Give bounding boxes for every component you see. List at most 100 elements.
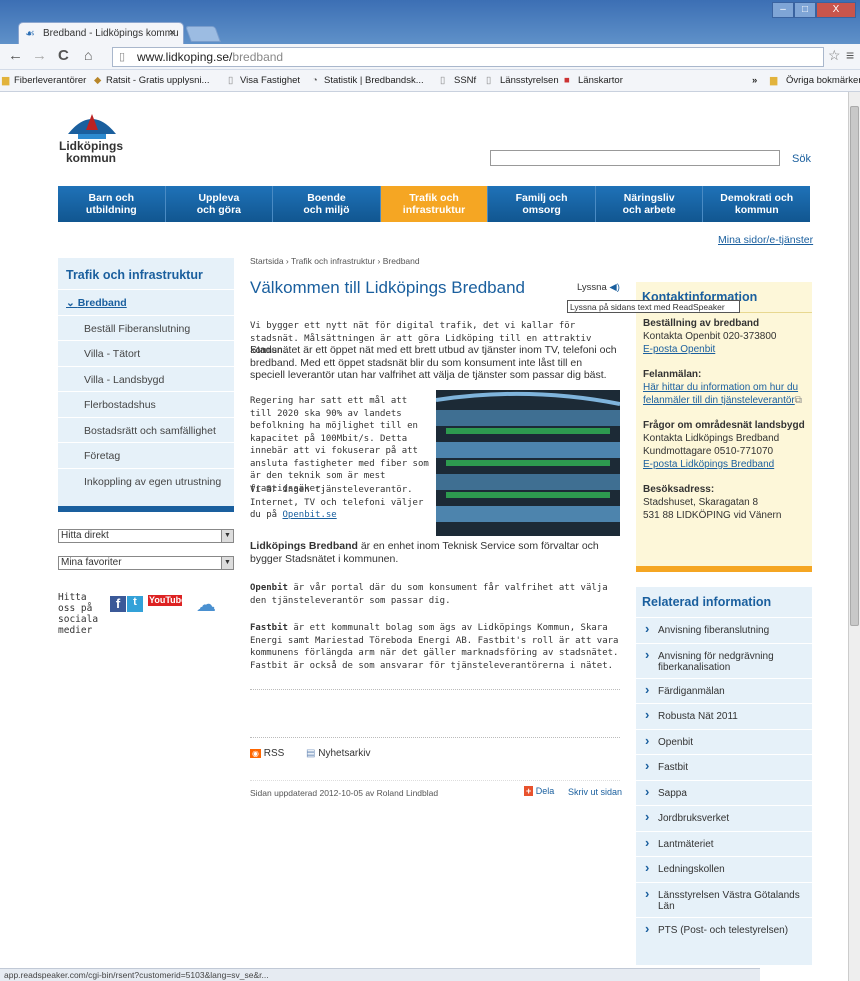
email-link[interactable]: E-posta Lidköpings Bredband [643, 459, 774, 470]
bold-term: Openbit [250, 583, 288, 593]
contact-section: Besöksadress: Stadshuset, Skaragatan 8 5… [636, 471, 812, 522]
bookmark-item[interactable]: Statistik | Bredbandsk... [324, 75, 424, 86]
related-item[interactable]: Robusta Nät 2011 [636, 704, 812, 730]
bookmark-item[interactable]: Länsstyrelsen [500, 75, 559, 86]
nav-label: och arbete [622, 204, 676, 216]
reload-icon[interactable]: C [58, 47, 69, 64]
share-button[interactable]: + Dela [524, 786, 554, 796]
related-item[interactable]: Jordbruksverket [636, 806, 812, 832]
site-header: Lidköpings kommun Sök [58, 98, 818, 178]
bookmark-item[interactable]: SSNf [454, 75, 476, 86]
contact-section: Frågor om områdesnät landsbygd Kontakta … [636, 407, 812, 471]
browser-toolbar: ← → C ⌂ ▯ www.lidkoping.se/bredband ☆ ≡ [0, 44, 860, 70]
related-item[interactable]: Openbit [636, 730, 812, 755]
window-controls: – □ X [772, 2, 856, 18]
tab-close-icon[interactable]: × [169, 27, 175, 39]
related-item[interactable]: Ledningskollen [636, 857, 812, 883]
twitter-icon[interactable]: t [127, 596, 143, 612]
contact-text: Kontakta Lidköpings Bredband [643, 433, 780, 444]
section-heading: Frågor om områdesnät landsbygd [643, 420, 805, 431]
rss-link[interactable]: ◉ RSS [250, 748, 284, 759]
scrollbar-thumb[interactable] [850, 106, 859, 626]
nav-label: Familj och [515, 192, 568, 204]
sidebar-item[interactable]: Flerbostadshus [58, 392, 234, 418]
bookmark-item[interactable]: Länskartor [578, 75, 623, 86]
browser-tab[interactable]: ☙ Bredband - Lidköpings kommu × [18, 22, 184, 44]
sidebar-item[interactable]: Inkoppling av egen utrustning [58, 469, 234, 495]
nav-label: Boende [307, 192, 346, 204]
related-item[interactable]: Färdiganmälan [636, 679, 812, 704]
bookmark-item[interactable]: Fiberleverantörer [14, 75, 86, 86]
minimize-button[interactable]: – [772, 2, 794, 18]
bookmark-star-icon[interactable]: ☆ [828, 47, 841, 64]
logo-text: Lidköpings kommun [58, 140, 124, 164]
nav-item[interactable]: Demokrati och kommun [703, 186, 810, 222]
my-pages-link[interactable]: Mina sidor/e-tjänster [718, 234, 813, 246]
facebook-icon[interactable]: f [110, 596, 126, 612]
sidebar-item[interactable]: Villa - Tätort [58, 341, 234, 367]
related-item[interactable]: Anvisning fiberanslutning [636, 618, 812, 644]
sidebar-item[interactable]: Företag [58, 443, 234, 469]
sidebar-item[interactable]: Villa - Landsbygd [58, 367, 234, 392]
menu-icon[interactable]: ≡ [846, 47, 854, 63]
nav-item[interactable]: Näringsliv och arbete [596, 186, 704, 222]
sidebar-item[interactable]: Bostadsrätt och samfällighet [58, 418, 234, 443]
bookmark-item[interactable]: Visa Fastighet [240, 75, 300, 86]
forward-icon[interactable]: → [32, 47, 47, 64]
folder-icon: ▆ [2, 75, 10, 86]
maximize-button[interactable]: □ [794, 2, 816, 18]
back-icon[interactable]: ← [8, 47, 23, 64]
new-tab-button[interactable] [185, 26, 221, 42]
nav-label: kommun [734, 204, 779, 216]
speaker-icon: ◀) [609, 282, 620, 293]
status-bar: app.readspeaker.com/cgi-bin/rsent?custom… [0, 968, 760, 981]
search-input[interactable] [490, 150, 780, 166]
print-link[interactable]: Skriv ut sidan [568, 787, 622, 797]
network-equipment-image [436, 390, 620, 536]
bookmarks-bar: ▆ Fiberleverantörer ◆ Ratsit - Gratis up… [0, 70, 860, 92]
contact-section: Beställning av bredband Kontakta Openbit… [636, 313, 812, 356]
sidebar-item-active[interactable]: ⌄ Bredband [58, 290, 234, 316]
cloud-icon[interactable]: ☁ [196, 592, 216, 617]
related-item[interactable]: Anvisning för nedgrävning fiberkanalisat… [636, 644, 812, 679]
listen-button[interactable]: Lyssna ◀) [577, 282, 620, 293]
related-item[interactable]: Sappa [636, 781, 812, 806]
select-value: Mina favoriter [61, 557, 122, 568]
related-item[interactable]: Fastbit [636, 755, 812, 781]
news-archive-link[interactable]: ▤ Nyhetsarkiv [306, 748, 370, 759]
nav-item-active[interactable]: Trafik och infrastruktur [380, 186, 489, 222]
nav-item[interactable]: Familj och omsorg [488, 186, 596, 222]
paragraph: Openbit är vår portal där du som konsume… [250, 582, 620, 607]
favorites-select[interactable]: Mina favoriter ▼ [58, 556, 234, 570]
bookmark-item[interactable]: Ratsit - Gratis upplysni... [106, 75, 209, 86]
address-bar[interactable]: ▯ www.lidkoping.se/bredband [112, 47, 824, 67]
sidebar-item-label: Bredband [77, 297, 127, 309]
nav-item[interactable]: Boende och miljö [273, 186, 381, 222]
sidebar-item[interactable]: Beställ Fiberanslutning [58, 316, 234, 341]
fault-report-link[interactable]: Här hittar du information om hur du fela… [643, 382, 798, 406]
paragraph: Regering har satt ett mål att till 2020 … [250, 396, 429, 494]
quick-find-select[interactable]: Hitta direkt ▼ [58, 529, 234, 543]
nav-item[interactable]: Uppleva och göra [166, 186, 274, 222]
logo-icon[interactable] [64, 104, 120, 144]
share-label: Dela [535, 786, 555, 796]
search-button[interactable]: Sök [792, 153, 811, 165]
bookmarks-overflow[interactable]: » [752, 75, 757, 86]
related-item[interactable]: Lantmäteriet [636, 832, 812, 857]
page-icon: ▯ [486, 75, 492, 86]
nav-item[interactable]: Barn och utbildning [58, 186, 166, 222]
youtube-icon[interactable]: YouTube [148, 595, 182, 612]
nav-label: Uppleva [198, 192, 240, 204]
openbit-link[interactable]: Openbit.se [283, 510, 337, 520]
paragraph: Stadsnätet är ett öppet nät med ett bret… [250, 344, 617, 381]
other-bookmarks[interactable]: Övriga bokmärken [786, 75, 860, 86]
external-link-icon: ⧉ [794, 395, 802, 406]
home-icon[interactable]: ⌂ [84, 47, 92, 63]
youtube-label: YouTube [148, 595, 182, 606]
related-item[interactable]: PTS (Post- och telestyrelsen) [636, 918, 812, 944]
related-item[interactable]: Länsstyrelsen Västra Götalands Län [636, 883, 812, 918]
breadcrumb[interactable]: Startsida › Trafik och infrastruktur › B… [250, 256, 420, 266]
email-link[interactable]: E-posta Openbit [643, 344, 715, 355]
close-button[interactable]: X [816, 2, 856, 18]
folder-icon: ▆ [770, 75, 778, 86]
